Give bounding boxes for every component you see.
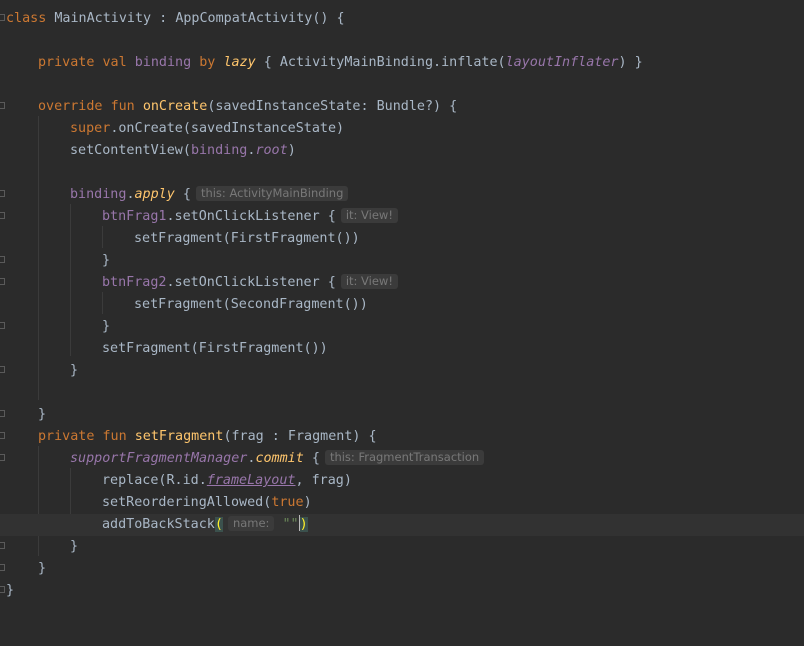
code-text: ) (287, 143, 296, 158)
code-line[interactable]: setFragment(SecondFragment()) (0, 294, 804, 316)
function-call: commit (255, 451, 304, 466)
keyword: fun (102, 429, 127, 444)
code-text: setContentView( (70, 143, 191, 158)
property-reference: layoutInflater (505, 55, 619, 70)
code-text: replace(R.id. (102, 473, 207, 488)
code-text: } (102, 253, 111, 268)
code-text: .onCreate(savedInstanceState) (110, 121, 345, 136)
code-text: } (102, 319, 111, 334)
code-text: .setOnClickListener { (166, 209, 336, 224)
code-line[interactable]: setReorderingAllowed(true) (0, 492, 804, 514)
code-text: addToBackStack (102, 517, 215, 532)
keyword: private (38, 429, 95, 444)
function-call: lazy (223, 55, 256, 70)
code-editor[interactable]: class MainActivity : AppCompatActivity()… (0, 0, 804, 619)
code-line[interactable]: } (0, 316, 804, 338)
code-text: } (6, 583, 15, 598)
code-text: ) } (618, 55, 643, 70)
code-line[interactable]: } (0, 250, 804, 272)
code-line[interactable]: } (0, 536, 804, 558)
code-text: ) (303, 495, 312, 510)
code-line[interactable]: private val binding by lazy { ActivityMa… (0, 52, 804, 74)
keyword: override (38, 99, 103, 114)
code-line[interactable]: } (0, 580, 804, 602)
code-line[interactable]: btnFrag1.setOnClickListener { it: View! (0, 206, 804, 228)
code-text: { (174, 187, 191, 202)
code-text: } (70, 539, 79, 554)
inlay-hint: it: View! (340, 274, 398, 289)
function-name: setFragment (134, 429, 224, 444)
superclass: AppCompatActivity() { (175, 11, 345, 26)
matched-paren: ) (299, 517, 308, 532)
code-text: setReorderingAllowed( (102, 495, 272, 510)
keyword: fun (110, 99, 135, 114)
code-line[interactable]: super.onCreate(savedInstanceState) (0, 118, 804, 140)
property-reference: binding (70, 187, 127, 202)
code-text: .setOnClickListener { (166, 275, 336, 290)
keyword: super (70, 121, 111, 136)
property-reference: supportFragmentManager (70, 451, 248, 466)
code-text: } (38, 561, 47, 576)
code-line[interactable]: class MainActivity : AppCompatActivity()… (0, 8, 804, 30)
string-literal: "" (282, 517, 299, 532)
code-line[interactable]: replace(R.id.frameLayout, frag) (0, 470, 804, 492)
current-code-line[interactable]: addToBackStack( name: "") (0, 514, 804, 536)
inlay-hint: this: FragmentTransaction (324, 450, 485, 465)
keyword: class (6, 11, 47, 26)
code-text: setFragment(FirstFragment()) (102, 341, 328, 356)
class-name: MainActivity (54, 11, 152, 26)
code-text: { (303, 451, 320, 466)
code-line[interactable]: } (0, 404, 804, 426)
code-line[interactable]: private fun setFragment(frag : Fragment)… (0, 426, 804, 448)
property-reference: btnFrag1 (102, 209, 167, 224)
matched-paren: ( (214, 517, 223, 532)
code-line[interactable]: } (0, 558, 804, 580)
property-reference: root (255, 143, 288, 158)
function-call: apply (134, 187, 175, 202)
property-reference: binding (190, 143, 248, 158)
code-text: : (151, 11, 176, 26)
keyword: private (38, 55, 95, 70)
code-line[interactable]: supportFragmentManager.commit {this: Fra… (0, 448, 804, 470)
code-text: { ActivityMainBinding.inflate( (255, 55, 506, 70)
property-reference: btnFrag2 (102, 275, 167, 290)
code-line[interactable]: setFragment(FirstFragment()) (0, 338, 804, 360)
code-line[interactable]: setFragment(FirstFragment()) (0, 228, 804, 250)
code-line[interactable]: } (0, 360, 804, 382)
code-text: setFragment(FirstFragment()) (134, 231, 360, 246)
keyword: by (199, 55, 216, 70)
code-text: . (126, 187, 135, 202)
function-name: onCreate (142, 99, 208, 114)
code-text: (frag : Fragment) { (223, 429, 377, 444)
code-text: } (38, 407, 47, 422)
code-text: (savedInstanceState: Bundle?) { (207, 99, 458, 114)
keyword: true (271, 495, 304, 510)
code-line[interactable]: btnFrag2.setOnClickListener { it: View! (0, 272, 804, 294)
inlay-hint: this: ActivityMainBinding (195, 186, 349, 201)
code-text: } (70, 363, 79, 378)
property-reference: frameLayout (206, 473, 296, 488)
inlay-hint: name: (227, 516, 275, 531)
keyword: val (102, 55, 127, 70)
inlay-hint: it: View! (340, 208, 398, 223)
code-line[interactable]: setContentView(binding.root) (0, 140, 804, 162)
code-text: , frag) (295, 473, 352, 488)
code-text: setFragment(SecondFragment()) (134, 297, 368, 312)
code-line[interactable]: override fun onCreate(savedInstanceState… (0, 96, 804, 118)
code-line[interactable]: binding.apply { this: ActivityMainBinding (0, 184, 804, 206)
property-name: binding (134, 55, 192, 70)
